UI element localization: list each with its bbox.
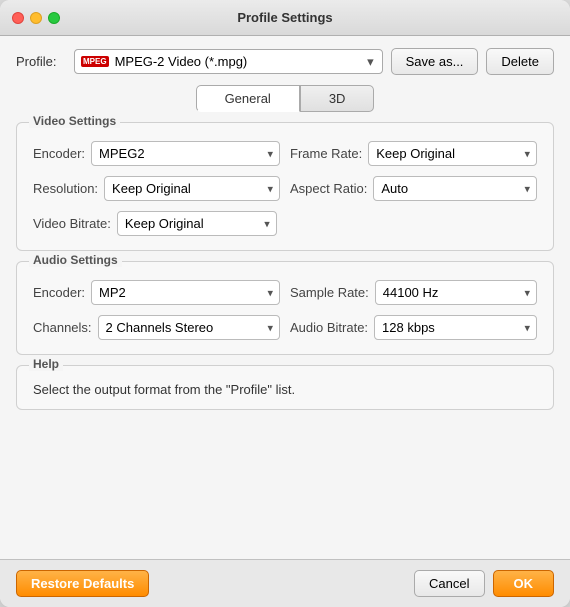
encoder-select-wrapper: MPEG2 MPEG4 H.264 H.265 [91,141,280,166]
channels-label: Channels: [33,320,92,335]
cancel-button[interactable]: Cancel [414,570,484,597]
tab-bar: General 3D [16,85,554,112]
video-bitrate-field-row: Video Bitrate: Keep Original 256 kbps 51… [33,211,537,236]
help-section: Help Select the output format from the "… [16,365,554,410]
sample-rate-select-wrapper: 44100 Hz 22050 Hz 48000 Hz 96000 Hz [375,280,537,305]
restore-defaults-button[interactable]: Restore Defaults [16,570,149,597]
window: Profile Settings Profile: MPEG MPEG-2 Vi… [0,0,570,607]
window-title: Profile Settings [237,10,332,25]
encoder-select[interactable]: MPEG2 MPEG4 H.264 H.265 [91,141,280,166]
sample-rate-select[interactable]: 44100 Hz 22050 Hz 48000 Hz 96000 Hz [375,280,537,305]
tab-general[interactable]: General [196,85,300,112]
audio-encoder-label: Encoder: [33,285,85,300]
video-settings-title: Video Settings [29,114,120,128]
audio-fields-grid: Encoder: MP2 MP3 AAC AC3 Sample Rate: [33,280,537,340]
encoder-label: Encoder: [33,146,85,161]
help-title: Help [29,357,63,371]
audio-bitrate-select-wrapper: 128 kbps 64 kbps 96 kbps 192 kbps 256 kb… [374,315,537,340]
bottom-right-buttons: Cancel OK [414,570,554,597]
frame-rate-select-wrapper: Keep Original 23.976 24 25 29.97 30 [368,141,537,166]
profile-row: Profile: MPEG MPEG-2 Video (*.mpg) Save … [16,48,554,75]
frame-rate-label: Frame Rate: [290,146,362,161]
resolution-field-row: Resolution: Keep Original 320x240 640x48… [33,176,280,201]
aspect-ratio-select[interactable]: Auto 4:3 16:9 [373,176,537,201]
audio-settings-title: Audio Settings [29,253,122,267]
titlebar-controls [12,12,60,24]
frame-rate-field-row: Frame Rate: Keep Original 23.976 24 25 2… [290,141,537,166]
sample-rate-field-row: Sample Rate: 44100 Hz 22050 Hz 48000 Hz … [290,280,537,305]
ok-button[interactable]: OK [493,570,555,597]
video-fields-grid: Encoder: MPEG2 MPEG4 H.264 H.265 Frame R… [33,141,537,236]
audio-encoder-select[interactable]: MP2 MP3 AAC AC3 [91,280,280,305]
video-settings-section: Video Settings Encoder: MPEG2 MPEG4 H.26… [16,122,554,251]
audio-bitrate-select[interactable]: 128 kbps 64 kbps 96 kbps 192 kbps 256 kb… [374,315,537,340]
audio-encoder-field-row: Encoder: MP2 MP3 AAC AC3 [33,280,280,305]
audio-bitrate-field-row: Audio Bitrate: 128 kbps 64 kbps 96 kbps … [290,315,537,340]
video-bitrate-label: Video Bitrate: [33,216,111,231]
encoder-field-row: Encoder: MPEG2 MPEG4 H.264 H.265 [33,141,280,166]
channels-field-row: Channels: 2 Channels Stereo 1 Channel Mo… [33,315,280,340]
audio-settings-section: Audio Settings Encoder: MP2 MP3 AAC AC3 [16,261,554,355]
profile-selected-value: MPEG-2 Video (*.mpg) [115,54,248,69]
titlebar: Profile Settings [0,0,570,36]
profile-dropdown[interactable]: MPEG MPEG-2 Video (*.mpg) [74,49,383,74]
frame-rate-select[interactable]: Keep Original 23.976 24 25 29.97 30 [368,141,537,166]
audio-bitrate-label: Audio Bitrate: [290,320,368,335]
aspect-ratio-label: Aspect Ratio: [290,181,367,196]
save-as-button[interactable]: Save as... [391,48,479,75]
video-bitrate-select-wrapper: Keep Original 256 kbps 512 kbps 1 Mbps 2… [117,211,277,236]
content-area: Profile: MPEG MPEG-2 Video (*.mpg) Save … [0,36,570,559]
sample-rate-label: Sample Rate: [290,285,369,300]
audio-encoder-select-wrapper: MP2 MP3 AAC AC3 [91,280,280,305]
resolution-label: Resolution: [33,181,98,196]
aspect-ratio-select-wrapper: Auto 4:3 16:9 [373,176,537,201]
video-bitrate-select[interactable]: Keep Original 256 kbps 512 kbps 1 Mbps 2… [117,211,277,236]
profile-label: Profile: [16,54,66,69]
aspect-ratio-field-row: Aspect Ratio: Auto 4:3 16:9 [290,176,537,201]
bottom-bar: Restore Defaults Cancel OK [0,559,570,607]
channels-select[interactable]: 2 Channels Stereo 1 Channel Mono 5.1 Cha… [98,315,280,340]
resolution-select-wrapper: Keep Original 320x240 640x480 1280x720 1… [104,176,280,201]
channels-select-wrapper: 2 Channels Stereo 1 Channel Mono 5.1 Cha… [98,315,280,340]
mpeg-icon: MPEG [81,56,109,67]
minimize-button[interactable] [30,12,42,24]
maximize-button[interactable] [48,12,60,24]
tab-3d[interactable]: 3D [300,85,375,112]
delete-button[interactable]: Delete [486,48,554,75]
close-button[interactable] [12,12,24,24]
resolution-select[interactable]: Keep Original 320x240 640x480 1280x720 1… [104,176,280,201]
help-text: Select the output format from the "Profi… [33,382,537,397]
